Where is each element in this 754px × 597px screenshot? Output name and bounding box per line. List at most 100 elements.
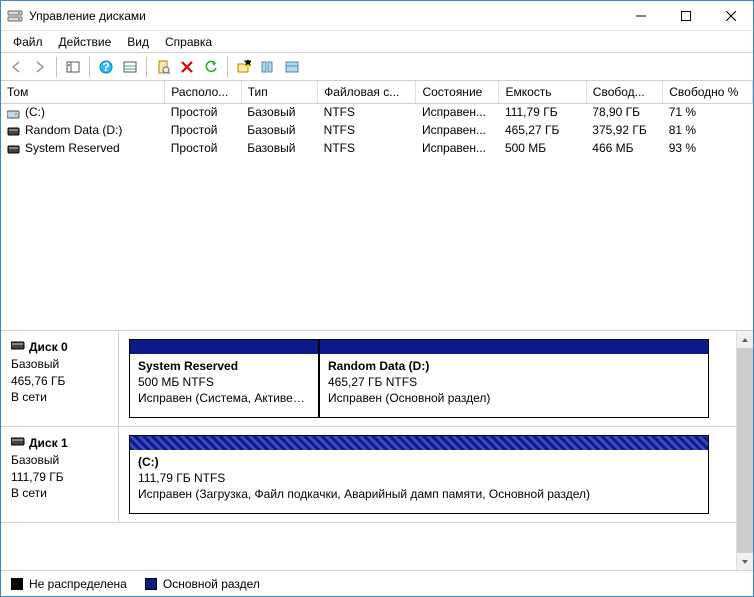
- volume-cell: 375,92 ГБ: [586, 121, 662, 139]
- partition-title: Random Data (D:): [328, 358, 700, 374]
- partition-box[interactable]: System Reserved500 МБ NTFSИсправен (Сист…: [129, 339, 319, 418]
- volume-cell: System Reserved: [1, 139, 165, 157]
- disk-name: Диск 1: [29, 435, 68, 452]
- partition-stripe: [130, 340, 318, 354]
- column-header[interactable]: Свободно %: [663, 81, 753, 103]
- partition-box[interactable]: Random Data (D:)465,27 ГБ NTFSИсправен (…: [319, 339, 709, 418]
- disk-status: В сети: [11, 389, 108, 406]
- column-header[interactable]: Файловая с...: [318, 81, 416, 103]
- partition-stripe: [320, 340, 708, 354]
- volume-cell: Базовый: [241, 139, 317, 157]
- column-header[interactable]: Емкость: [499, 81, 586, 103]
- close-button[interactable]: [708, 1, 753, 31]
- legend-primary: Основной раздел: [145, 577, 260, 591]
- toolbar-separator: [227, 57, 228, 77]
- actions-button[interactable]: [281, 56, 303, 78]
- scroll-thumb[interactable]: [737, 348, 753, 553]
- volume-cell: 465,27 ГБ: [499, 121, 586, 139]
- partition-status: Исправен (Система, Активен, Основной раз…: [138, 390, 310, 406]
- volume-row[interactable]: System ReservedПростойБазовыйNTFSИсправе…: [1, 139, 753, 157]
- menubar: Файл Действие Вид Справка: [1, 31, 753, 53]
- column-header[interactable]: Свобод...: [586, 81, 662, 103]
- disk-row: Диск 1Базовый111,79 ГБВ сети(C:)111,79 Г…: [1, 427, 753, 523]
- volume-icon: [7, 144, 21, 154]
- refresh-button[interactable]: [200, 56, 222, 78]
- volume-list[interactable]: ТомРасполо...ТипФайловая с...СостояниеЕм…: [1, 81, 753, 331]
- disk-header[interactable]: Диск 0Базовый465,76 ГБВ сети: [1, 331, 119, 426]
- legend-label-primary: Основной раздел: [163, 577, 260, 591]
- forward-button: [29, 56, 51, 78]
- volume-cell: Исправен...: [416, 103, 499, 121]
- svg-text:★: ★: [243, 60, 251, 69]
- partition-status: Исправен (Основной раздел): [328, 390, 700, 406]
- partition-status: Исправен (Загрузка, Файл подкачки, Авари…: [138, 486, 700, 502]
- legend: Не распределена Основной раздел: [1, 570, 753, 596]
- partition-body: Random Data (D:)465,27 ГБ NTFSИсправен (…: [320, 354, 708, 417]
- toolbar-separator: [146, 57, 147, 77]
- volume-cell: Простой: [165, 139, 241, 157]
- legend-swatch-unallocated: [11, 578, 23, 590]
- partition-stripe: [130, 436, 708, 450]
- list-view-button[interactable]: [119, 56, 141, 78]
- drive-icon: [11, 435, 25, 452]
- new-partition-button[interactable]: ★: [233, 56, 255, 78]
- partition-size: 500 МБ NTFS: [138, 374, 310, 390]
- volume-icon: [7, 126, 21, 136]
- menu-action[interactable]: Действие: [51, 33, 120, 51]
- volume-cell: 78,90 ГБ: [586, 103, 662, 121]
- column-header[interactable]: Располо...: [165, 81, 241, 103]
- disk-type: Базовый: [11, 356, 108, 373]
- help-button[interactable]: ?: [95, 56, 117, 78]
- disk-name: Диск 0: [29, 339, 68, 356]
- disk-header[interactable]: Диск 1Базовый111,79 ГБВ сети: [1, 427, 119, 522]
- volume-cell: 93 %: [663, 139, 753, 157]
- volume-cell: 81 %: [663, 121, 753, 139]
- volume-cell: NTFS: [318, 103, 416, 121]
- scroll-up-button[interactable]: [737, 331, 753, 348]
- column-header[interactable]: Тип: [241, 81, 317, 103]
- app-icon: [7, 8, 23, 24]
- disk-size: 465,76 ГБ: [11, 373, 108, 390]
- menu-file[interactable]: Файл: [5, 33, 51, 51]
- minimize-button[interactable]: [618, 1, 663, 31]
- menu-view[interactable]: Вид: [119, 33, 157, 51]
- disk-pane-scrollbar[interactable]: [736, 331, 753, 570]
- back-button: [5, 56, 27, 78]
- titlebar: Управление дисками: [1, 1, 753, 31]
- volume-cell: NTFS: [318, 139, 416, 157]
- volume-cell: Random Data (D:): [1, 121, 165, 139]
- toolbar: ? ★: [1, 53, 753, 81]
- partition-body: System Reserved500 МБ NTFSИсправен (Сист…: [130, 354, 318, 417]
- volume-cell: NTFS: [318, 121, 416, 139]
- partition-size: 111,79 ГБ NTFS: [138, 470, 700, 486]
- volume-icon: [7, 108, 21, 118]
- volume-cell: Базовый: [241, 121, 317, 139]
- legend-unallocated: Не распределена: [11, 577, 127, 591]
- volume-cell: Простой: [165, 103, 241, 121]
- maximize-button[interactable]: [663, 1, 708, 31]
- svg-text:?: ?: [102, 60, 109, 74]
- column-header[interactable]: Состояние: [416, 81, 499, 103]
- column-header[interactable]: Том: [1, 81, 165, 103]
- volume-cell: 111,79 ГБ: [499, 103, 586, 121]
- show-hide-tree-button[interactable]: [62, 56, 84, 78]
- disk-status: В сети: [11, 485, 108, 502]
- drive-icon: [11, 339, 25, 356]
- volume-cell: Исправен...: [416, 121, 499, 139]
- volume-row[interactable]: Random Data (D:)ПростойБазовыйNTFSИсправ…: [1, 121, 753, 139]
- delete-button[interactable]: [176, 56, 198, 78]
- settings-button[interactable]: [257, 56, 279, 78]
- volume-row[interactable]: (C:)ПростойБазовыйNTFSИсправен...111,79 …: [1, 103, 753, 121]
- partition-box[interactable]: (C:)111,79 ГБ NTFSИсправен (Загрузка, Фа…: [129, 435, 709, 514]
- menu-help[interactable]: Справка: [157, 33, 220, 51]
- volume-cell: 71 %: [663, 103, 753, 121]
- disk-size: 111,79 ГБ: [11, 469, 108, 486]
- scroll-down-button[interactable]: [737, 553, 753, 570]
- volume-cell: Простой: [165, 121, 241, 139]
- disk-partitions: (C:)111,79 ГБ NTFSИсправен (Загрузка, Фа…: [119, 427, 753, 522]
- partition-title: System Reserved: [138, 358, 310, 374]
- properties-button[interactable]: [152, 56, 174, 78]
- disk-layout-pane[interactable]: Диск 0Базовый465,76 ГБВ сетиSystem Reser…: [1, 331, 753, 570]
- disk-partitions: System Reserved500 МБ NTFSИсправен (Сист…: [119, 331, 753, 426]
- disk-type: Базовый: [11, 452, 108, 469]
